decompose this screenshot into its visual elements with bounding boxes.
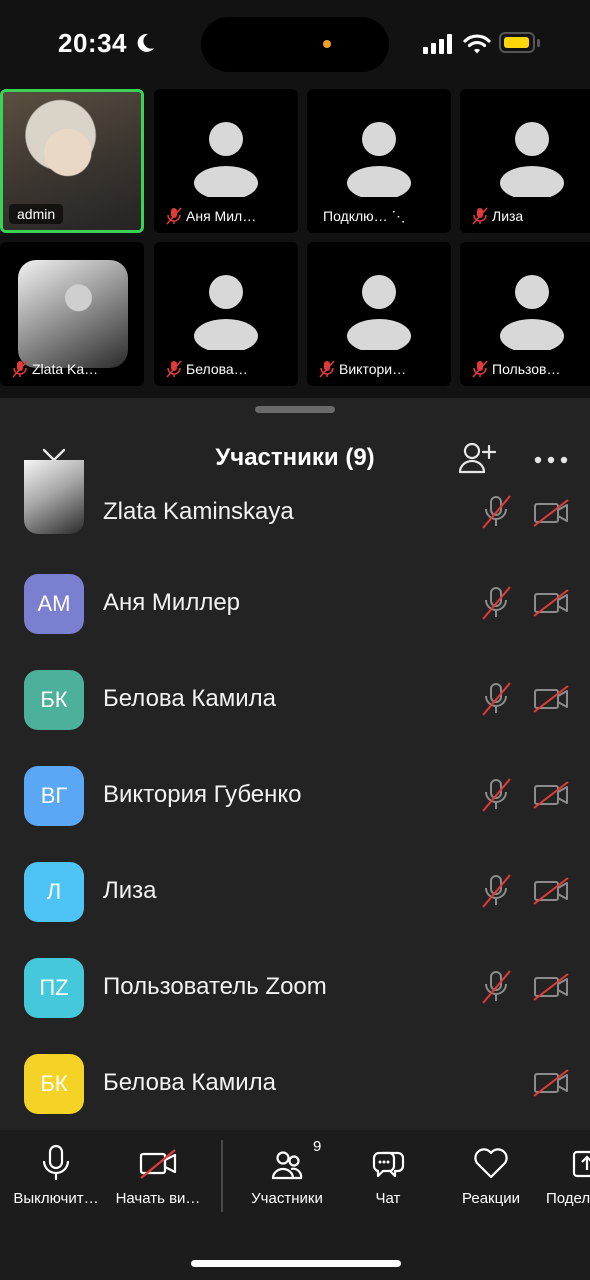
video-off-icon — [139, 1149, 177, 1179]
video-off-icon[interactable] — [533, 498, 569, 528]
participant-name: Лиза — [103, 877, 157, 904]
mic-muted-icon[interactable] — [479, 494, 513, 530]
video-off-icon[interactable] — [533, 684, 569, 714]
video-tile[interactable]: Лиза — [460, 89, 590, 233]
video-off-icon[interactable] — [533, 780, 569, 810]
mic-muted-icon — [472, 360, 488, 378]
battery-icon — [499, 32, 535, 53]
chat-label: Чат — [375, 1190, 401, 1207]
participant-name: Белова Камила — [103, 685, 277, 712]
participant-name: Zlata Kaminskaya — [103, 498, 294, 525]
mic-muted-icon — [319, 360, 335, 378]
mic-muted-icon[interactable] — [479, 585, 513, 621]
profile-photo — [18, 260, 128, 368]
avatar-photo — [24, 460, 84, 534]
participants-count-badge: 9 — [313, 1138, 322, 1155]
share-icon — [572, 1150, 590, 1178]
tile-label: Белова… — [186, 361, 248, 377]
avatar: АМ — [24, 574, 84, 634]
tile-label: Лиза — [492, 208, 524, 224]
avatar: БК — [24, 1054, 84, 1114]
home-indicator — [191, 1260, 401, 1267]
participant-row[interactable]: Л Лиза — [0, 844, 590, 940]
participant-row[interactable]: ПZ Пользователь Zoom — [0, 940, 590, 1036]
participant-row[interactable]: АМ Аня Миллер — [0, 556, 590, 652]
mute-label: Выключит… — [13, 1190, 99, 1207]
avatar-placeholder-icon — [500, 275, 564, 350]
avatar: ПZ — [24, 958, 84, 1018]
sheet-grabber[interactable] — [255, 406, 335, 413]
video-tile[interactable]: Аня Мил… — [154, 89, 298, 233]
mic-muted-icon — [166, 207, 182, 225]
participant-name: Пользователь Zoom — [103, 973, 327, 1000]
toolbar-divider — [221, 1140, 223, 1212]
mic-muted-icon[interactable] — [479, 681, 513, 717]
avatar-placeholder-icon — [347, 122, 411, 197]
avatar: ВГ — [24, 766, 84, 826]
tile-label: admin — [9, 204, 64, 224]
video-grid: admin Аня Мил… Подклю… ⋱ Лиза Zlata Ka… — [0, 88, 590, 398]
start-video-button[interactable]: Начать ви… — [112, 1144, 204, 1207]
avatar: Л — [24, 862, 84, 922]
video-off-icon[interactable] — [533, 876, 569, 906]
tile-label: Пользов… — [492, 361, 561, 377]
video-tile-admin[interactable]: admin — [0, 89, 144, 233]
tile-label: Виктори… — [339, 361, 407, 377]
tile-label: Подклю… ⋱ — [323, 208, 406, 224]
participant-name: Виктория Губенко — [103, 781, 302, 808]
signal-icon — [423, 34, 452, 54]
participant-name: Аня Миллер — [103, 589, 241, 616]
avatar-placeholder-icon — [347, 275, 411, 350]
share-button[interactable]: Подел — [546, 1144, 590, 1207]
participants-sheet: Участники (9) Zlata Kaminskaya АМ Аня Ми… — [0, 398, 590, 1130]
mute-button[interactable]: Выключит… — [8, 1144, 104, 1207]
mic-muted-icon[interactable] — [479, 969, 513, 1005]
avatar-placeholder-icon — [194, 122, 258, 197]
participant-row[interactable]: БК Белова Камила — [0, 1036, 590, 1132]
start-video-label: Начать ви… — [115, 1190, 201, 1207]
privacy-indicator — [323, 40, 331, 48]
reactions-button[interactable]: Реакции — [452, 1144, 530, 1207]
dynamic-island — [201, 17, 389, 72]
avatar-placeholder-icon — [194, 275, 258, 350]
video-tile[interactable]: Подклю… ⋱ — [307, 89, 451, 233]
video-off-icon[interactable] — [533, 972, 569, 1002]
microphone-icon — [42, 1144, 70, 1180]
participant-name: Белова Камила — [103, 1069, 277, 1096]
video-tile[interactable]: Белова… — [154, 242, 298, 386]
video-tile[interactable]: Пользов… — [460, 242, 590, 386]
tile-label: Zlata Ka… — [32, 361, 99, 377]
heart-icon — [474, 1148, 508, 1179]
avatar: БК — [24, 670, 84, 730]
avatar-placeholder-icon — [500, 122, 564, 197]
mic-muted-icon — [472, 207, 488, 225]
status-bar: 20:34 — [0, 0, 590, 88]
mic-muted-icon[interactable] — [479, 777, 513, 813]
participants-label: Участники — [251, 1190, 323, 1207]
participant-row[interactable]: БК Белова Камила — [0, 652, 590, 748]
meeting-toolbar: Выключит… Начать ви… Участники 9 Чат Реа… — [0, 1130, 590, 1280]
participants-icon — [271, 1151, 303, 1180]
moon-icon — [137, 33, 154, 52]
share-label: Подел — [546, 1190, 590, 1207]
mic-muted-icon — [166, 360, 182, 378]
video-tile[interactable]: Виктори… — [307, 242, 451, 386]
mic-muted-icon[interactable] — [479, 873, 513, 909]
reactions-label: Реакции — [462, 1190, 520, 1207]
clock: 20:34 — [58, 28, 127, 58]
participant-row[interactable]: ВГ Виктория Губенко — [0, 748, 590, 844]
participant-row[interactable]: Zlata Kaminskaya — [0, 460, 590, 556]
video-tile[interactable]: Zlata Ka… — [0, 242, 144, 386]
mic-muted-icon — [12, 360, 28, 378]
chat-icon — [372, 1151, 405, 1178]
chat-button[interactable]: Чат — [358, 1144, 418, 1207]
video-off-icon[interactable] — [533, 588, 569, 618]
tile-label: Аня Мил… — [186, 208, 257, 224]
wifi-icon — [463, 34, 491, 54]
video-off-icon[interactable] — [533, 1068, 569, 1098]
